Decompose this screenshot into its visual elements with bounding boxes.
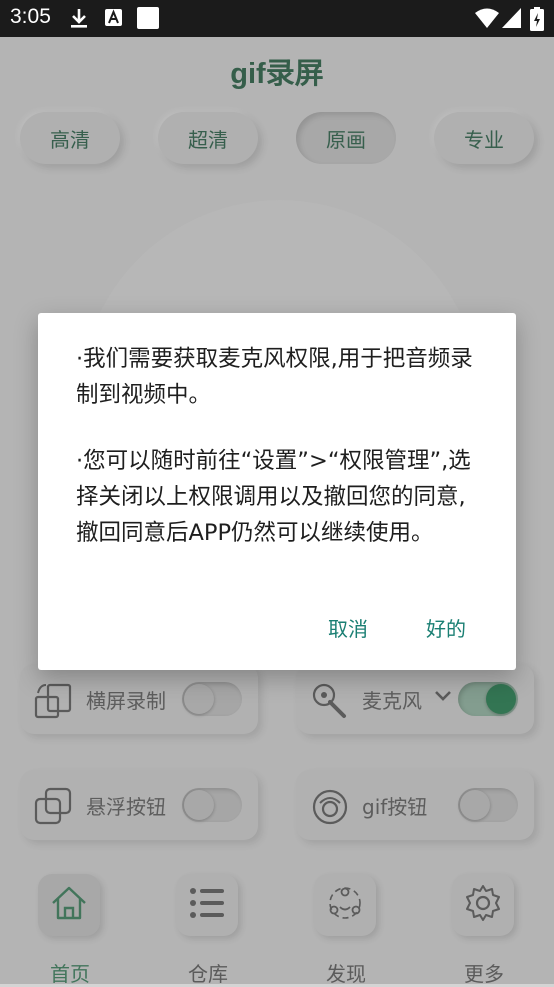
download-icon xyxy=(68,7,90,33)
signal-icon xyxy=(502,7,522,33)
dialog-paragraph-revoke: ·您可以随时前往“设置”>“权限管理”,选择关闭以上权限调用以及撤回您的同意,撤… xyxy=(76,448,471,546)
a-icon xyxy=(104,7,124,33)
wifi-icon xyxy=(474,7,500,33)
status-bar: 3:05 xyxy=(0,0,554,37)
status-time: 3:05 xyxy=(10,5,51,28)
ok-button[interactable]: 好的 xyxy=(426,613,466,642)
battery-icon xyxy=(530,7,544,35)
white-square-icon xyxy=(136,7,160,35)
permission-dialog: ·我们需要获取麦克风权限,用于把音频录制到视频中。 ·您可以随时前往“设置”>“… xyxy=(38,313,516,670)
dialog-paragraph-microphone: ·我们需要获取麦克风权限,用于把音频录制到视频中。 xyxy=(76,346,473,408)
cancel-button[interactable]: 取消 xyxy=(328,613,368,642)
